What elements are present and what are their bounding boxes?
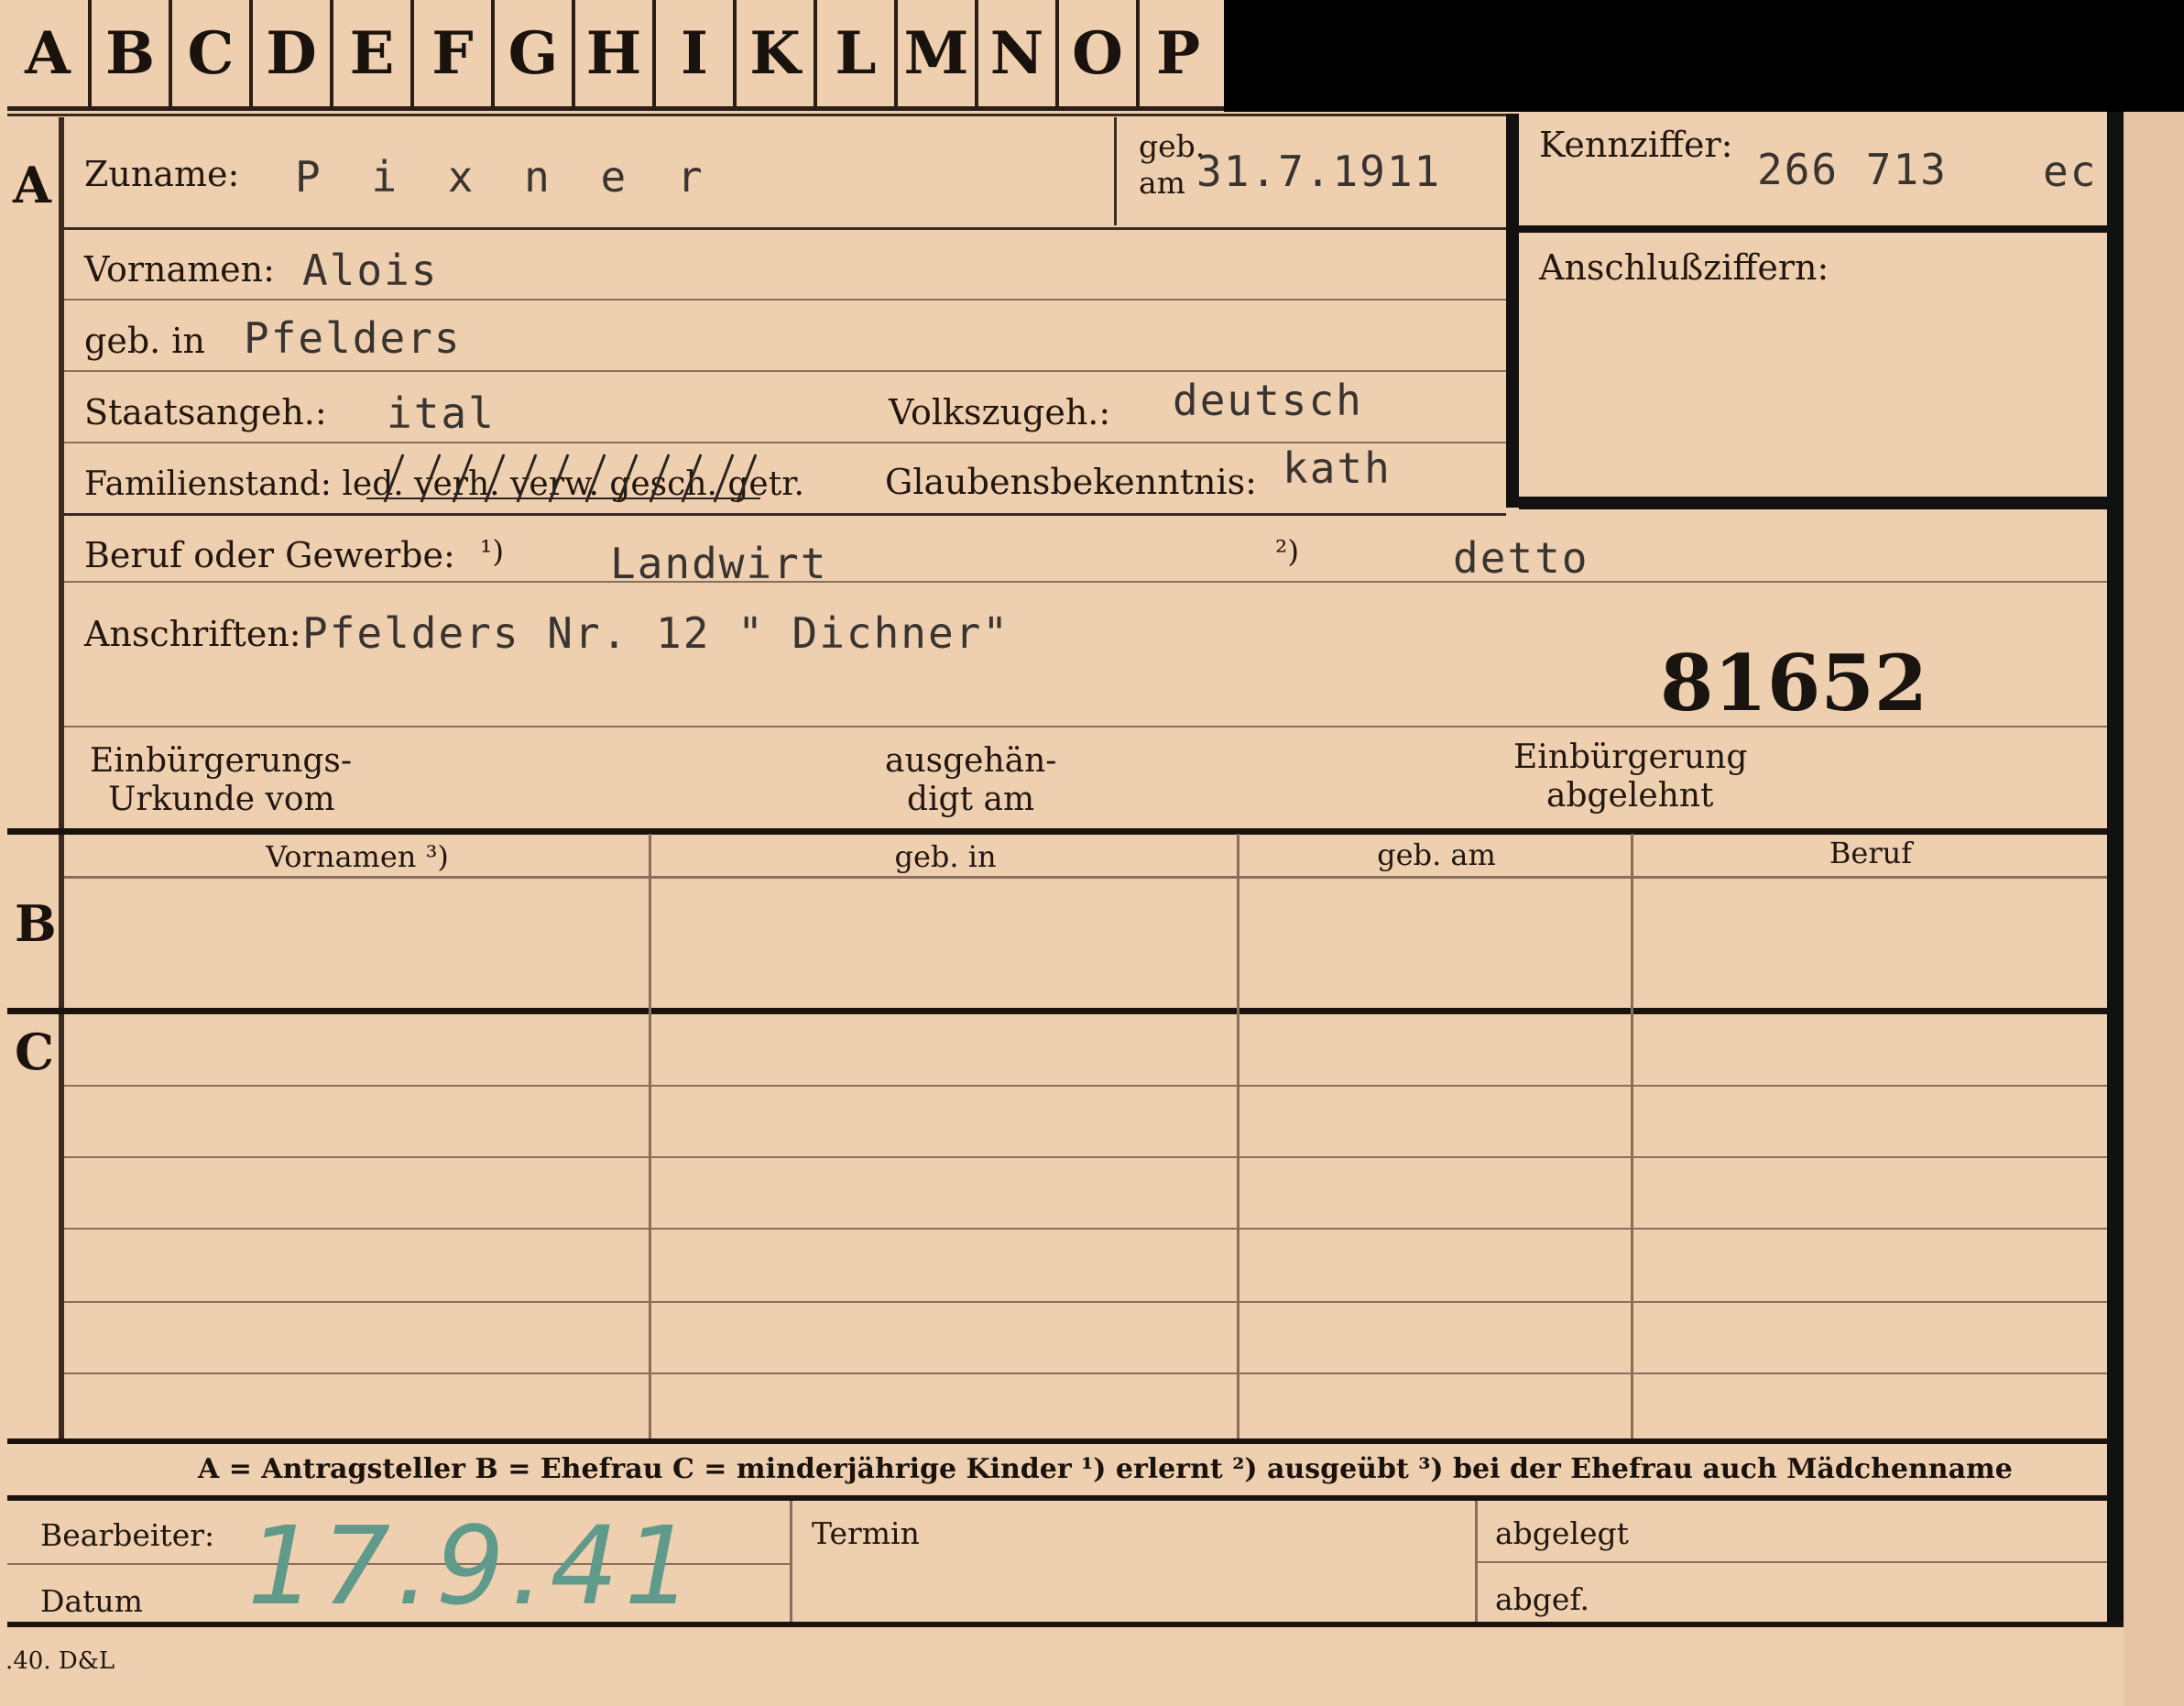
- geb-am-divider: [1114, 117, 1117, 225]
- row-rule-5: [64, 513, 1506, 516]
- card-bottom-rule: [7, 1622, 2124, 1627]
- col-header-geb-am: geb. am: [1377, 837, 1496, 872]
- section-c-row-rule-2: [64, 1156, 2107, 1158]
- beruf-mark-1: ¹): [480, 533, 505, 569]
- section-c-marker: C: [15, 1023, 54, 1081]
- footer-divider-1: [790, 1501, 792, 1624]
- tab-e[interactable]: E: [333, 0, 414, 106]
- col-divider-1: [649, 834, 651, 1438]
- tab-c[interactable]: C: [172, 0, 253, 106]
- bearbeiter-label: Bearbeiter:: [40, 1517, 215, 1553]
- tab-l[interactable]: L: [817, 0, 898, 106]
- einb-abgelehnt-label-1: Einbürgerung: [1513, 738, 1748, 776]
- kennziffer-suffix[interactable]: ec: [2043, 147, 2097, 196]
- row-rule-7: [64, 726, 2107, 727]
- tab-b[interactable]: B: [92, 0, 172, 106]
- einb-urkunde-label-1: Einbürgerungs-: [90, 742, 353, 780]
- vornamen-label: Vornamen:: [84, 249, 275, 290]
- volkszugeh-value[interactable]: deutsch: [1173, 376, 1363, 425]
- geb-am-label-2: am: [1139, 165, 1185, 201]
- zuname-value[interactable]: P i x n e r: [295, 152, 715, 202]
- datum-label: Datum: [40, 1583, 143, 1619]
- tab-p[interactable]: P: [1140, 0, 1217, 106]
- geb-in-value[interactable]: Pfelders: [244, 313, 462, 363]
- print-code: .40. D&L: [5, 1647, 115, 1675]
- section-c-row-rule-1: [64, 1085, 2107, 1087]
- vornamen-value[interactable]: Alois: [302, 246, 438, 295]
- familienstand-strikeout: [366, 454, 760, 503]
- section-c-row-rule-5: [64, 1372, 2107, 1374]
- section-a-marker: A: [13, 156, 51, 214]
- glauben-label: Glaubensbekenntnis:: [885, 462, 1257, 502]
- section-b-bottom-rule: [7, 1008, 2107, 1014]
- kennziffer-label: Kennziffer:: [1539, 125, 1733, 165]
- scan-background-top-right: [1224, 0, 2184, 112]
- legend-bottom-rule: [7, 1495, 2107, 1501]
- anschluss-label: Anschlußziffern:: [1539, 247, 1829, 288]
- tab-d[interactable]: D: [253, 0, 333, 106]
- col-header-beruf: Beruf: [1829, 836, 1913, 870]
- anschluss-bottom-rule: [1519, 497, 2107, 509]
- anschriften-value[interactable]: Pfelders Nr. 12 " Dichner": [302, 608, 1010, 658]
- kennziffer-left-border: [1506, 114, 1519, 508]
- beruf-label: Beruf oder Gewerbe:: [84, 535, 455, 575]
- einb-urkunde-label-2: Urkunde vom: [108, 781, 335, 818]
- glauben-value[interactable]: kath: [1283, 443, 1392, 493]
- kennziffer-bottom-rule: [1519, 225, 2107, 233]
- footer-right-mid-rule: [1475, 1561, 2107, 1563]
- datum-handwritten[interactable]: 17.9.41: [247, 1503, 698, 1629]
- stamp-number: 81652: [1660, 638, 1928, 728]
- section-b-top-rule: [7, 828, 2107, 835]
- section-b-marker: B: [15, 894, 57, 953]
- legend-text: A = Antragsteller B = Ehefrau C = minder…: [198, 1453, 2013, 1485]
- col-divider-3: [1631, 834, 1633, 1438]
- card-top-rule: [7, 114, 1510, 116]
- section-b-header-rule: [64, 876, 2107, 879]
- row-rule-3: [64, 370, 1506, 372]
- beruf-value-2[interactable]: detto: [1453, 533, 1589, 583]
- geb-in-label: geb. in: [84, 321, 205, 361]
- abgef-label: abgef.: [1495, 1581, 1589, 1617]
- alphabet-tab-row: A B C D E F G H I K L M N O P: [7, 0, 1224, 111]
- legend-top-rule: [7, 1438, 2107, 1444]
- row-rule-6: [64, 581, 2107, 583]
- section-c-row-rule-4: [64, 1301, 2107, 1303]
- termin-label: Termin: [812, 1515, 920, 1551]
- card-right-strip: [2124, 112, 2184, 1706]
- tab-g[interactable]: G: [495, 0, 575, 106]
- tab-f[interactable]: F: [414, 0, 495, 106]
- kennziffer-value[interactable]: 266 713: [1757, 145, 1948, 194]
- ausgehaendigt-label-2: digt am: [907, 781, 1035, 818]
- tab-a[interactable]: A: [7, 0, 92, 106]
- row-rule-2: [64, 299, 1506, 301]
- col-header-geb-in: geb. in: [894, 839, 997, 874]
- tab-o[interactable]: O: [1059, 0, 1140, 106]
- volkszugeh-label: Volkszugeh.:: [889, 392, 1111, 432]
- anschriften-label: Anschriften:: [84, 614, 301, 654]
- tab-m[interactable]: M: [898, 0, 978, 106]
- col-divider-2: [1237, 834, 1239, 1438]
- tab-k[interactable]: K: [737, 0, 817, 106]
- section-c-row-rule-3: [64, 1228, 2107, 1230]
- staatsangeh-label: Staatsangeh.:: [84, 392, 327, 432]
- left-margin-rule: [59, 117, 64, 1442]
- tab-i[interactable]: I: [656, 0, 737, 106]
- col-header-vornamen: Vornamen ³): [266, 839, 449, 874]
- ausgehaendigt-label-1: ausgehän-: [885, 742, 1057, 780]
- zuname-label: Zuname:: [84, 154, 240, 194]
- abgelegt-label: abgelegt: [1495, 1515, 1629, 1551]
- geb-am-value[interactable]: 31.7.1911: [1196, 147, 1441, 196]
- geb-am-label-1: geb.: [1139, 128, 1206, 164]
- beruf-mark-2: ²): [1275, 533, 1300, 569]
- staatsangeh-value[interactable]: ital: [387, 388, 496, 438]
- card-right-border: [2107, 112, 2124, 1624]
- tab-n[interactable]: N: [978, 0, 1059, 106]
- tab-h[interactable]: H: [575, 0, 656, 106]
- row-rule-1: [64, 227, 1506, 230]
- einb-abgelehnt-label-2: abgelehnt: [1546, 777, 1714, 815]
